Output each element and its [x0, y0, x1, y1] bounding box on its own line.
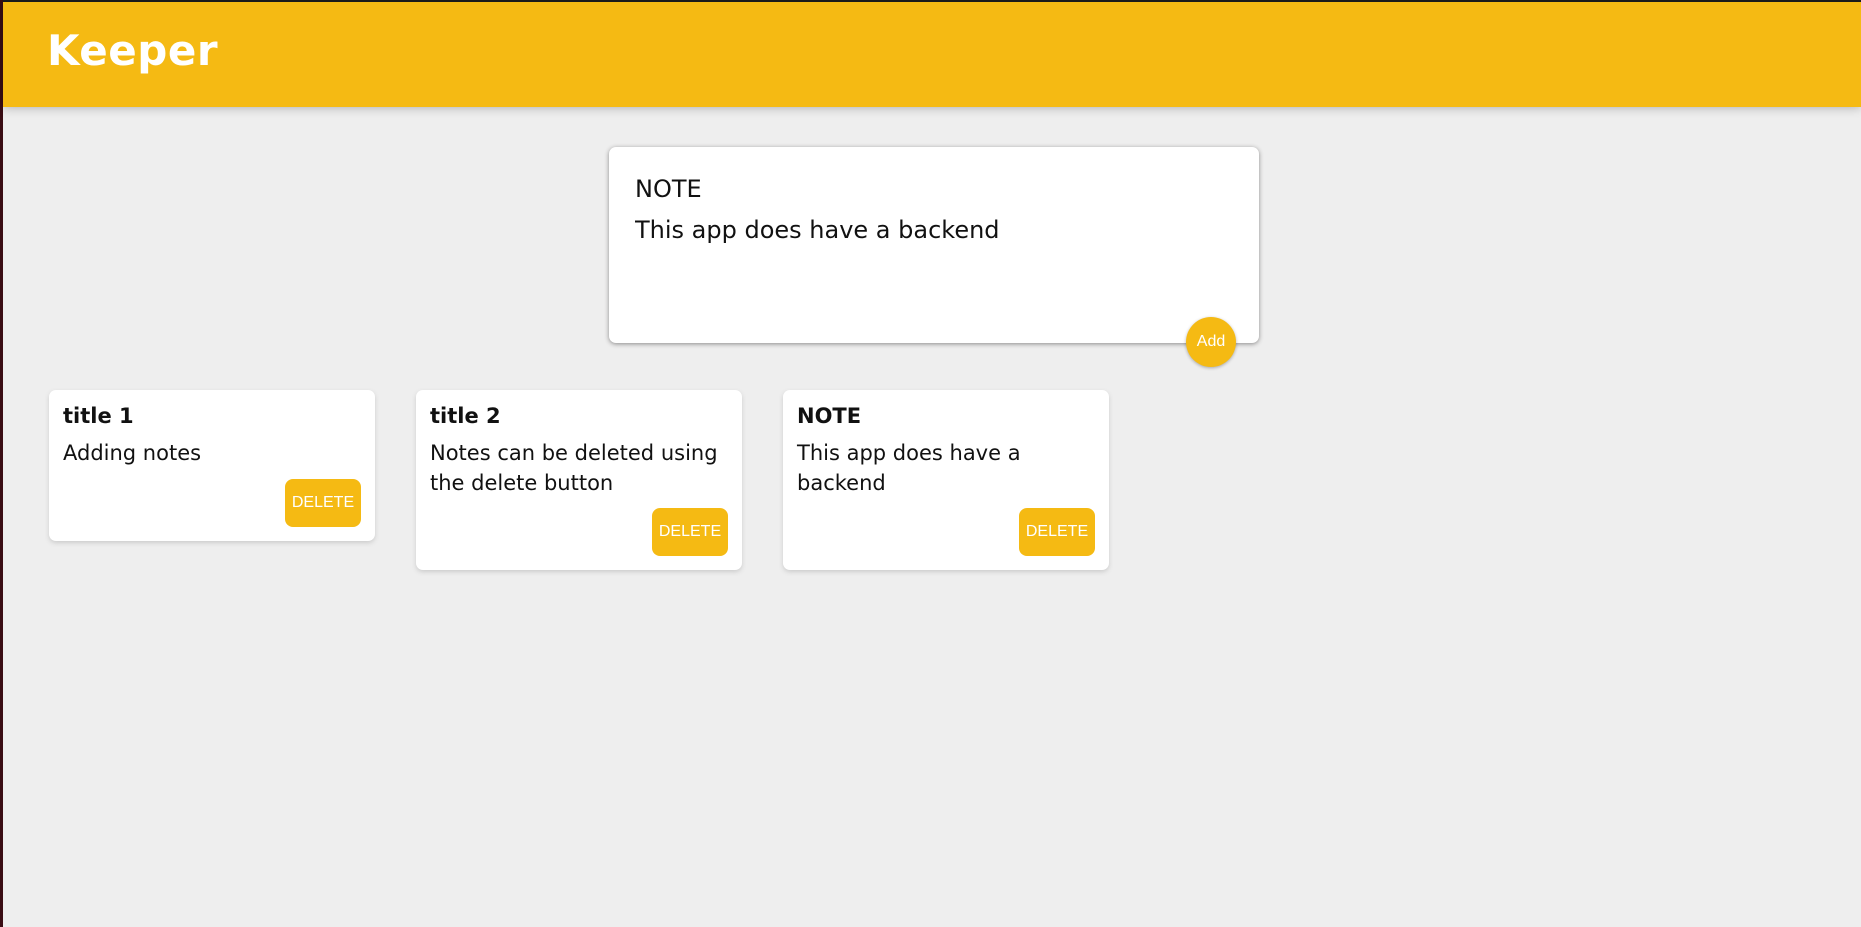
- note-content: Adding notes: [63, 441, 202, 466]
- note-card: title 2 Notes can be deleted using the d…: [416, 390, 742, 570]
- app-title: Keeper: [47, 26, 219, 75]
- note-content: Notes can be deleted using the delete bu…: [430, 441, 725, 495]
- note-title-input[interactable]: [635, 173, 1235, 205]
- note-title: NOTE: [797, 404, 862, 428]
- note-content: This app does have a backend: [797, 441, 1028, 495]
- note-card: NOTE This app does have a backend DELETE: [783, 390, 1109, 570]
- note-title: title 1: [63, 404, 134, 428]
- app-header: Keeper: [3, 0, 1861, 107]
- create-note-form: This app does have a backend Add: [609, 147, 1259, 367]
- note-card: title 1 Adding notes DELETE: [49, 390, 375, 541]
- delete-note-button[interactable]: DELETE: [1019, 507, 1095, 556]
- delete-note-button[interactable]: DELETE: [285, 478, 361, 527]
- add-note-button[interactable]: Add: [1186, 317, 1236, 367]
- note-title: title 2: [430, 404, 501, 428]
- note-content-input[interactable]: This app does have a backend: [635, 215, 1235, 315]
- delete-note-button[interactable]: DELETE: [652, 507, 728, 556]
